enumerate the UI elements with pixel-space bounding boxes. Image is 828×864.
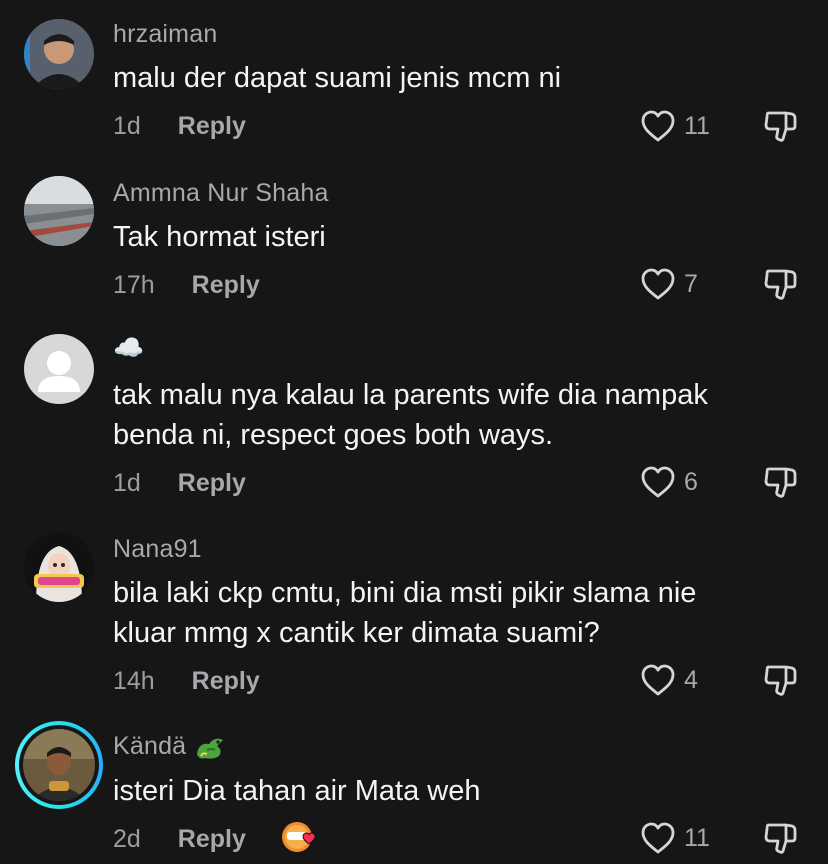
dislike-button[interactable] bbox=[762, 266, 798, 307]
comment-text-line: kluar mmg x cantik ker dimata suami? bbox=[113, 617, 600, 649]
dislike-button[interactable] bbox=[762, 108, 798, 149]
comment-meta: 1d Reply bbox=[113, 469, 246, 498]
comment-timestamp: 1d bbox=[113, 469, 141, 497]
avatar[interactable] bbox=[24, 19, 94, 89]
comment-username[interactable]: hrzaiman bbox=[113, 20, 217, 49]
like-button[interactable]: 6 bbox=[640, 465, 698, 499]
dislike-button[interactable] bbox=[762, 464, 798, 505]
avatar-story-ring[interactable] bbox=[15, 721, 103, 809]
avatar-image bbox=[24, 176, 94, 246]
like-button[interactable]: 11 bbox=[640, 109, 710, 143]
comment-text-line: tak malu nya kalau la parents wife dia n… bbox=[113, 379, 708, 411]
comment-text: malu der dapat suami jenis mcm ni bbox=[113, 62, 562, 94]
like-button[interactable]: 7 bbox=[640, 267, 698, 301]
comment-text: tak malu nya kalau la parents wife dia n… bbox=[113, 375, 793, 455]
heart-icon bbox=[641, 268, 675, 300]
comment-username[interactable]: Ammna Nur Shaha bbox=[113, 179, 329, 208]
comment-username[interactable]: Kändä bbox=[113, 732, 227, 762]
comment-text: bila laki ckp cmtu, bini dia msti pikir … bbox=[113, 573, 793, 653]
heart-icon bbox=[641, 822, 675, 854]
comment-timestamp: 2d bbox=[113, 825, 141, 853]
thumbs-down-icon bbox=[764, 665, 797, 696]
heart-icon bbox=[641, 664, 675, 696]
reply-button[interactable]: Reply bbox=[178, 825, 246, 854]
heart-icon bbox=[641, 466, 675, 498]
creator-liked-icon bbox=[279, 820, 321, 863]
avatar-image bbox=[24, 19, 94, 89]
comment-timestamp: 1d bbox=[113, 112, 141, 140]
avatar[interactable] bbox=[24, 176, 94, 246]
comment-meta: 14h Reply bbox=[113, 667, 260, 696]
reply-button[interactable]: Reply bbox=[192, 667, 260, 696]
comment-timestamp: 14h bbox=[113, 667, 155, 695]
avatar-image bbox=[24, 532, 94, 602]
avatar[interactable] bbox=[24, 334, 94, 404]
comment-username-text: Kändä bbox=[113, 732, 187, 760]
comment-meta: 17h Reply bbox=[113, 271, 260, 300]
comment-text-line: benda ni, respect goes both ways. bbox=[113, 419, 554, 451]
like-count: 6 bbox=[684, 467, 698, 496]
like-count: 7 bbox=[684, 269, 698, 298]
heart-icon bbox=[641, 110, 675, 142]
dragon-emoji-icon bbox=[197, 739, 224, 760]
comment-username[interactable]: ☁️ bbox=[113, 334, 144, 363]
avatar[interactable] bbox=[24, 532, 94, 602]
comment-meta: 1d Reply bbox=[113, 112, 246, 141]
creator-liked-badge bbox=[282, 822, 316, 852]
dislike-button[interactable] bbox=[762, 820, 798, 861]
default-avatar-icon bbox=[24, 334, 94, 404]
like-count: 11 bbox=[684, 823, 710, 852]
thumbs-down-icon bbox=[764, 467, 797, 498]
comment-meta: 2d Reply bbox=[113, 825, 246, 854]
thumbs-down-icon bbox=[764, 823, 797, 854]
like-button[interactable]: 11 bbox=[640, 821, 710, 855]
dislike-button[interactable] bbox=[762, 662, 798, 703]
comment-text-line: bila laki ckp cmtu, bini dia msti pikir … bbox=[113, 577, 697, 609]
thumbs-down-icon bbox=[764, 269, 797, 300]
reply-button[interactable]: Reply bbox=[192, 271, 260, 300]
like-count: 4 bbox=[684, 665, 698, 694]
comment-username[interactable]: Nana91 bbox=[113, 535, 202, 564]
like-count: 11 bbox=[684, 111, 710, 140]
comment-timestamp: 17h bbox=[113, 271, 155, 299]
reply-button[interactable]: Reply bbox=[178, 112, 246, 141]
thumbs-down-icon bbox=[764, 111, 797, 142]
avatar-image bbox=[23, 729, 95, 801]
reply-button[interactable]: Reply bbox=[178, 469, 246, 498]
comment-text: Tak hormat isteri bbox=[113, 221, 326, 253]
comment-text: isteri Dia tahan air Mata weh bbox=[113, 775, 481, 807]
like-button[interactable]: 4 bbox=[640, 663, 698, 697]
